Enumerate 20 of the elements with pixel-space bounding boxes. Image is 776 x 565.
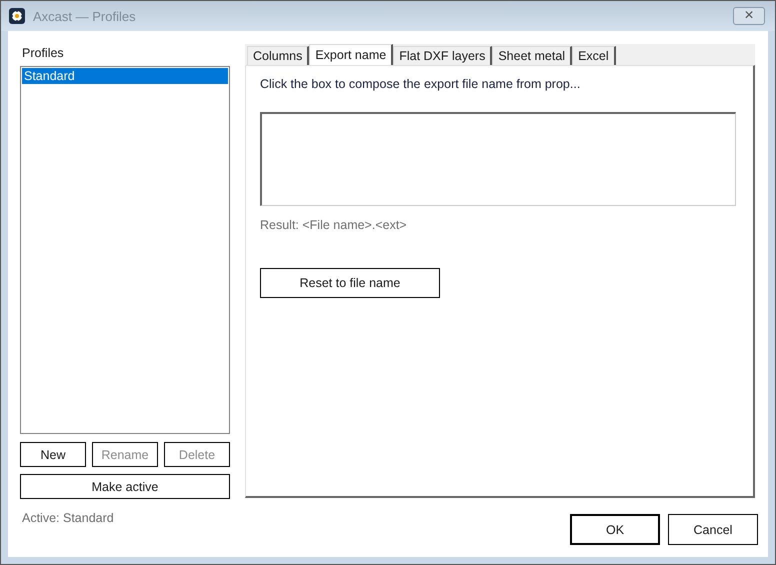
dialog-button[interactable]: Cancel [668, 514, 758, 545]
profiles-list[interactable]: Standard [20, 66, 230, 434]
app-logo-icon [9, 8, 25, 24]
tab[interactable]: Columns [247, 46, 310, 65]
tab[interactable]: Flat DXF layers [393, 46, 492, 65]
dialog-button[interactable]: OK [570, 514, 660, 545]
profiles-label: Profiles [21, 45, 65, 62]
profile-button[interactable]: New [20, 442, 86, 467]
window-title: Axcast — Profiles [33, 8, 137, 24]
result-text: Result: <File name>.<ext> [260, 218, 408, 232]
active-profile-text: Active: Standard [21, 511, 115, 525]
close-button[interactable]: × [733, 7, 765, 25]
tab[interactable]: Sheet metal [492, 46, 572, 65]
reset-button[interactable]: Reset to file name [260, 268, 440, 298]
profile-item[interactable]: Standard [22, 68, 228, 84]
hint-text: Click the box to compose the export file name from prop... [260, 77, 582, 91]
make-active-button[interactable]: Make active [20, 474, 230, 499]
tab[interactable]: Excel [572, 46, 616, 65]
file-name-field[interactable] [260, 112, 736, 206]
tab[interactable]: Export name [309, 44, 394, 65]
